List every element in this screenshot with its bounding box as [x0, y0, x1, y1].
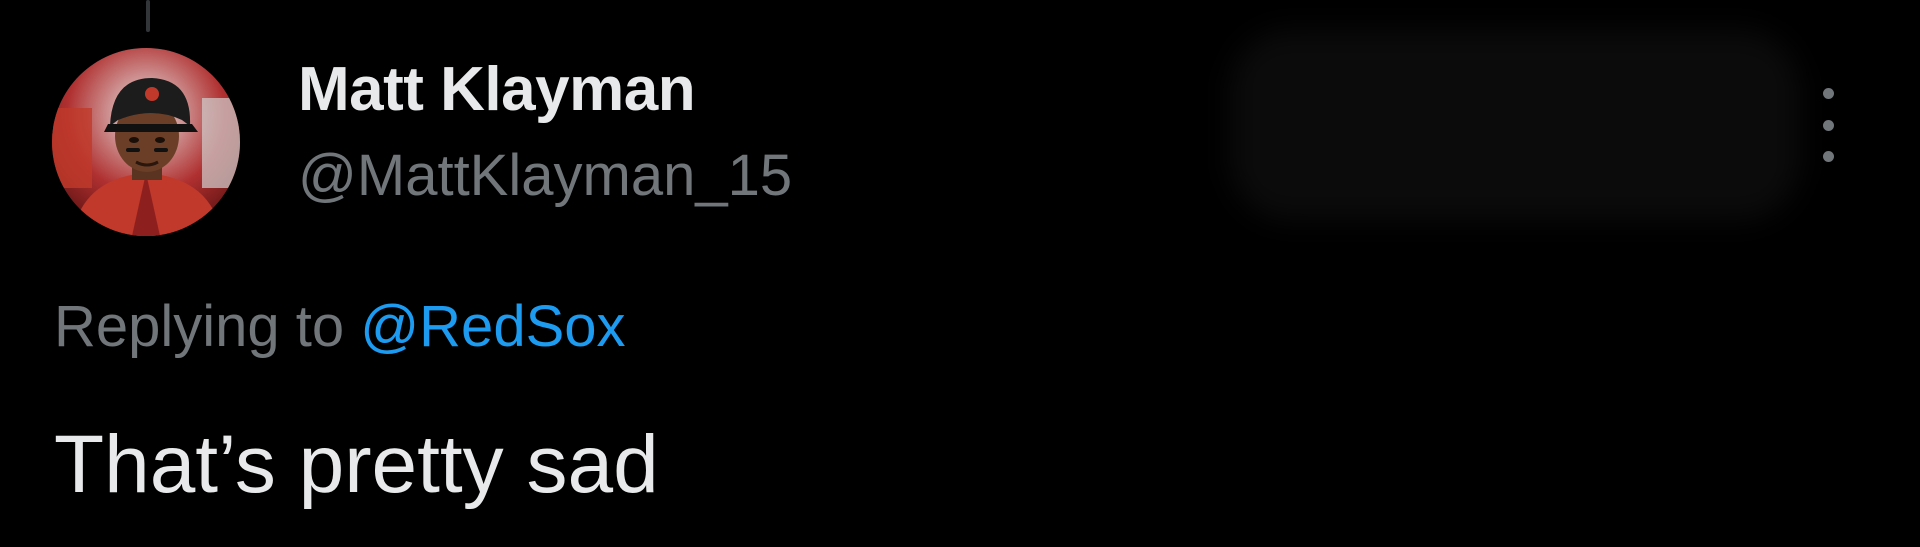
- redacted-region: [1230, 30, 1800, 220]
- thread-connector-line: [146, 0, 150, 32]
- more-vertical-icon: [1822, 151, 1834, 162]
- tweet-text: That’s pretty sad: [54, 419, 659, 510]
- more-vertical-icon: [1822, 119, 1834, 131]
- author-display-name[interactable]: Matt Klayman: [298, 55, 696, 124]
- author-handle[interactable]: @MattKlayman_15: [298, 144, 792, 208]
- more-options-button[interactable]: [1808, 88, 1848, 162]
- avatar[interactable]: [52, 48, 240, 236]
- baseball-player-avatar-icon: [52, 48, 240, 236]
- replying-to-line: Replying to @RedSox: [54, 295, 626, 359]
- replying-to-label: Replying to: [54, 294, 361, 359]
- more-vertical-icon: [1822, 88, 1834, 99]
- replying-to-link[interactable]: @RedSox: [360, 294, 625, 359]
